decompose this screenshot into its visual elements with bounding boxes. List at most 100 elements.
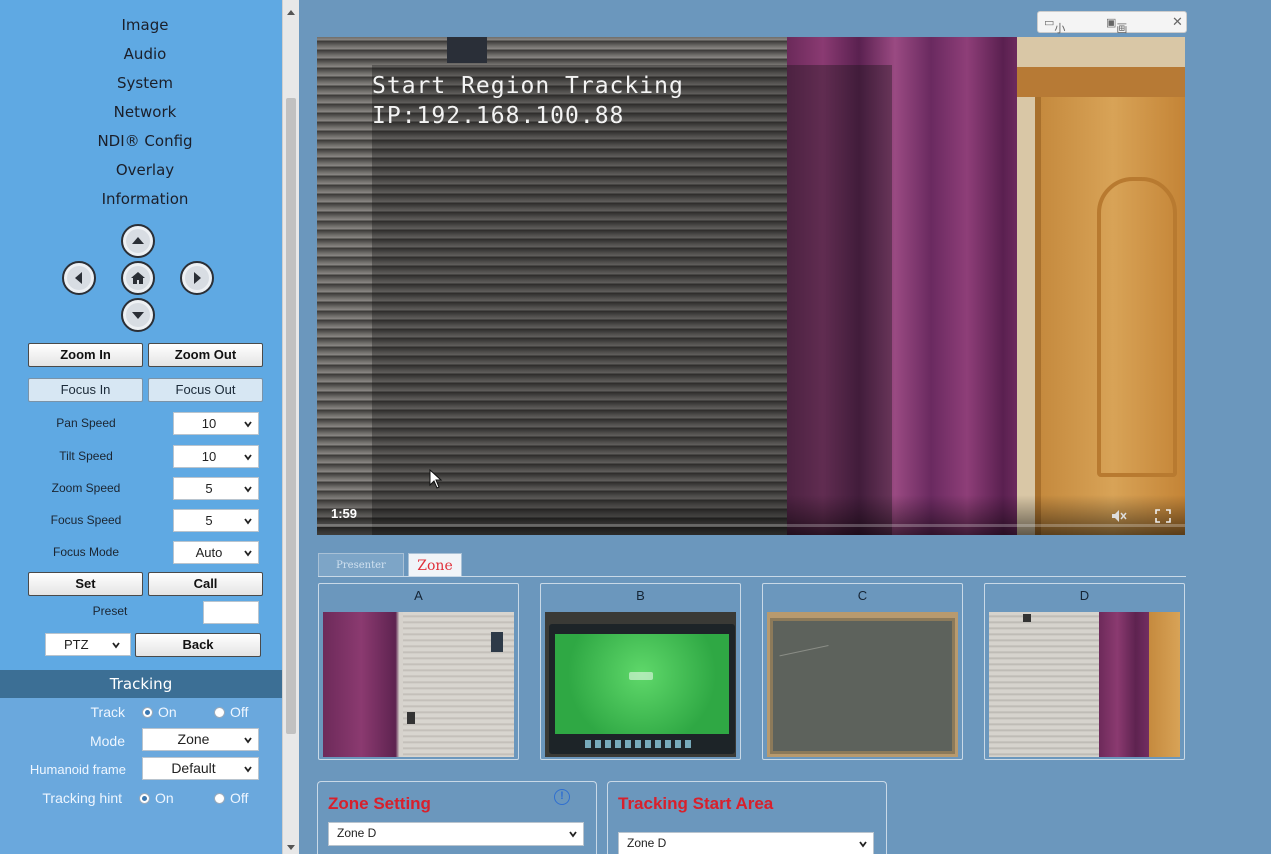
menu-item-information[interactable]: Information <box>0 190 282 208</box>
pan-speed-select[interactable]: 10 <box>173 412 259 435</box>
pan-up-button[interactable] <box>121 224 155 258</box>
preset-label: Preset <box>92 604 128 618</box>
video-controls-bar <box>317 495 1185 535</box>
chevron-down-icon <box>569 831 577 838</box>
zone-setting-title: Zone Setting <box>328 794 431 813</box>
arrow-right-icon <box>194 272 201 284</box>
tracking-region-overlay <box>372 65 892 535</box>
chevron-down-icon <box>244 486 252 493</box>
back-button[interactable]: Back <box>135 633 261 657</box>
osd-status-text: Start Region Tracking <box>372 73 684 99</box>
focus-in-button[interactable]: Focus In <box>28 378 143 402</box>
zoom-speed-select[interactable]: 5 <box>173 477 259 500</box>
sidebar-scrollbar[interactable] <box>282 0 299 854</box>
mode-label: Mode <box>89 733 125 749</box>
pan-speed-label: Pan Speed <box>56 416 116 430</box>
menu-item-overlay[interactable]: Overlay <box>0 161 282 179</box>
video-scene-device <box>447 37 487 63</box>
zoom-speed-label: Zoom Speed <box>51 481 121 495</box>
ptz-select[interactable]: PTZ <box>45 633 131 656</box>
video-progress[interactable] <box>317 524 1185 527</box>
menu-item-audio[interactable]: Audio <box>0 45 282 63</box>
tracking-mode-value: Zone <box>177 731 210 747</box>
zone-card-label: D <box>1079 588 1090 603</box>
zone-setting-select[interactable]: Zone D <box>328 822 584 846</box>
video-time: 1:59 <box>331 506 358 521</box>
hint-off-label: Off <box>230 790 249 806</box>
hint-off-radio[interactable]: Off <box>214 790 248 806</box>
radio-unchecked-icon <box>214 707 225 718</box>
track-off-label: Off <box>230 704 249 720</box>
focus-speed-select[interactable]: 5 <box>173 509 259 532</box>
fullscreen-icon[interactable] <box>1155 509 1171 523</box>
tab-divider <box>318 576 1186 577</box>
zoom-in-button[interactable]: Zoom In <box>28 343 143 367</box>
focus-mode-select[interactable]: Auto <box>173 541 259 564</box>
pan-left-button[interactable] <box>62 261 96 295</box>
hint-on-radio[interactable]: On <box>139 790 174 806</box>
small-window-button[interactable]: ▭ 小窗口 <box>1044 16 1065 67</box>
preset-input[interactable] <box>203 601 259 624</box>
chevron-down-icon <box>859 841 867 848</box>
tab-zone[interactable]: Zone <box>408 553 462 577</box>
zoom-out-button[interactable]: Zoom Out <box>148 343 263 367</box>
scroll-up-icon[interactable] <box>287 10 295 15</box>
tracking-header: Tracking <box>0 670 282 698</box>
home-button[interactable] <box>121 261 155 295</box>
home-icon <box>131 272 145 284</box>
sidebar: Image Audio System Network NDI® Config O… <box>0 0 282 854</box>
tracking-start-area-panel: Tracking Start Area Zone D <box>607 781 887 854</box>
chevron-down-icon <box>244 550 252 557</box>
humanoid-frame-select[interactable]: Default <box>142 757 259 780</box>
menu-item-network[interactable]: Network <box>0 103 282 121</box>
tracking-start-area-value: Zone D <box>627 836 667 850</box>
chevron-down-icon <box>244 454 252 461</box>
tilt-speed-select[interactable]: 10 <box>173 445 259 468</box>
zone-card-label: C <box>857 588 868 603</box>
pan-speed-value: 10 <box>201 416 217 431</box>
zone-card-d[interactable]: D <box>984 583 1185 760</box>
arrow-left-icon <box>75 272 82 284</box>
zoom-speed-value: 5 <box>205 481 213 496</box>
pip-toolbar: ▭ 小窗口 ▣ 画中画 ✕ <box>1037 11 1187 67</box>
set-preset-button[interactable]: Set <box>28 572 143 596</box>
scroll-thumb[interactable] <box>286 98 296 734</box>
tracking-mode-select[interactable]: Zone <box>142 728 259 751</box>
zone-setting-panel: Zone Setting ! Zone D <box>317 781 597 854</box>
chevron-down-icon <box>244 518 252 525</box>
zone-card-label: B <box>636 588 645 603</box>
pan-down-button[interactable] <box>121 298 155 332</box>
scroll-down-icon[interactable] <box>287 845 295 850</box>
info-icon[interactable]: ! <box>554 789 570 805</box>
pan-right-button[interactable] <box>180 261 214 295</box>
radio-checked-icon <box>139 793 150 804</box>
zone-d-thumbnail <box>989 612 1180 757</box>
close-icon[interactable]: ✕ <box>1172 14 1183 30</box>
volume-muted-icon[interactable] <box>1111 509 1127 523</box>
track-off-radio[interactable]: Off <box>214 704 248 720</box>
hint-on-label: On <box>155 790 174 806</box>
zone-card-b[interactable]: B <box>540 583 741 760</box>
zone-card-c[interactable]: C <box>762 583 963 760</box>
focus-out-button[interactable]: Focus Out <box>148 378 263 402</box>
ptz-value: PTZ <box>64 637 89 652</box>
osd-ip-text: IP:192.168.100.88 <box>372 103 625 129</box>
menu-item-system[interactable]: System <box>0 74 282 92</box>
mouse-cursor-icon <box>429 469 443 489</box>
tracking-start-area-title: Tracking Start Area <box>618 794 774 813</box>
chevron-down-icon <box>244 421 252 428</box>
tracking-start-area-select[interactable]: Zone D <box>618 832 874 854</box>
focus-speed-value: 5 <box>205 513 213 528</box>
pip-button[interactable]: ▣ 画中画 <box>1106 16 1127 67</box>
video-preview[interactable]: Start Region Tracking IP:192.168.100.88 … <box>317 37 1185 535</box>
video-scene-door-frame <box>1017 67 1185 97</box>
tracking-hint-label: Tracking hint <box>42 790 122 806</box>
tab-presenter[interactable]: Presenter <box>318 553 404 577</box>
menu-item-ndi-config[interactable]: NDI® Config <box>0 132 282 150</box>
menu-item-image[interactable]: Image <box>0 16 282 34</box>
zone-card-a[interactable]: A <box>318 583 519 760</box>
call-preset-button[interactable]: Call <box>148 572 263 596</box>
track-on-radio[interactable]: On <box>142 704 177 720</box>
zone-card-label: A <box>414 588 423 603</box>
track-label: Track <box>90 704 125 720</box>
